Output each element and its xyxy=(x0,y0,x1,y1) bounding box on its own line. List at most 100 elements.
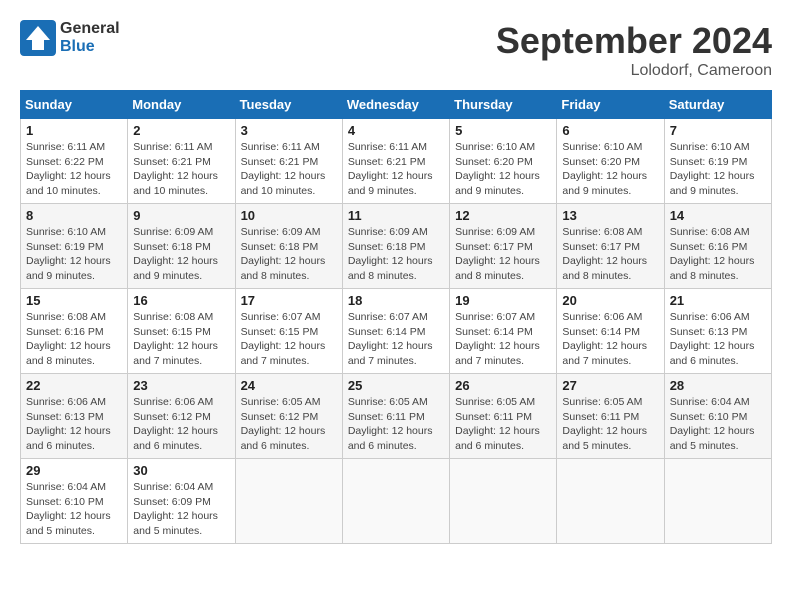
header-thursday: Thursday xyxy=(450,91,557,119)
day-info: Sunrise: 6:05 AMSunset: 6:11 PMDaylight:… xyxy=(562,395,658,454)
table-row xyxy=(235,459,342,544)
day-number: 10 xyxy=(241,208,337,223)
day-number: 2 xyxy=(133,123,229,138)
header-sunday: Sunday xyxy=(21,91,128,119)
header-tuesday: Tuesday xyxy=(235,91,342,119)
title-section: September 2024 Lolodorf, Cameroon xyxy=(496,20,772,80)
day-info: Sunrise: 6:09 AMSunset: 6:17 PMDaylight:… xyxy=(455,225,551,284)
day-info: Sunrise: 6:05 AMSunset: 6:11 PMDaylight:… xyxy=(348,395,444,454)
table-row xyxy=(450,459,557,544)
day-info: Sunrise: 6:11 AMSunset: 6:21 PMDaylight:… xyxy=(348,140,444,199)
day-info: Sunrise: 6:10 AMSunset: 6:19 PMDaylight:… xyxy=(26,225,122,284)
table-row: 5 Sunrise: 6:10 AMSunset: 6:20 PMDayligh… xyxy=(450,119,557,204)
day-info: Sunrise: 6:07 AMSunset: 6:14 PMDaylight:… xyxy=(455,310,551,369)
day-info: Sunrise: 6:10 AMSunset: 6:20 PMDaylight:… xyxy=(455,140,551,199)
day-number: 20 xyxy=(562,293,658,308)
day-number: 29 xyxy=(26,463,122,478)
table-row: 17 Sunrise: 6:07 AMSunset: 6:15 PMDaylig… xyxy=(235,289,342,374)
day-info: Sunrise: 6:10 AMSunset: 6:20 PMDaylight:… xyxy=(562,140,658,199)
header-friday: Friday xyxy=(557,91,664,119)
month-title: September 2024 xyxy=(496,20,772,62)
day-number: 17 xyxy=(241,293,337,308)
day-number: 5 xyxy=(455,123,551,138)
day-info: Sunrise: 6:07 AMSunset: 6:14 PMDaylight:… xyxy=(348,310,444,369)
table-row xyxy=(557,459,664,544)
day-number: 12 xyxy=(455,208,551,223)
table-row: 10 Sunrise: 6:09 AMSunset: 6:18 PMDaylig… xyxy=(235,204,342,289)
day-info: Sunrise: 6:11 AMSunset: 6:21 PMDaylight:… xyxy=(241,140,337,199)
table-row: 16 Sunrise: 6:08 AMSunset: 6:15 PMDaylig… xyxy=(128,289,235,374)
table-row: 13 Sunrise: 6:08 AMSunset: 6:17 PMDaylig… xyxy=(557,204,664,289)
table-row: 12 Sunrise: 6:09 AMSunset: 6:17 PMDaylig… xyxy=(450,204,557,289)
day-info: Sunrise: 6:04 AMSunset: 6:10 PMDaylight:… xyxy=(26,480,122,539)
day-number: 23 xyxy=(133,378,229,393)
table-row: 25 Sunrise: 6:05 AMSunset: 6:11 PMDaylig… xyxy=(342,374,449,459)
page-header: General Blue September 2024 Lolodorf, Ca… xyxy=(20,20,772,80)
table-row: 11 Sunrise: 6:09 AMSunset: 6:18 PMDaylig… xyxy=(342,204,449,289)
day-info: Sunrise: 6:11 AMSunset: 6:21 PMDaylight:… xyxy=(133,140,229,199)
table-row: 23 Sunrise: 6:06 AMSunset: 6:12 PMDaylig… xyxy=(128,374,235,459)
day-info: Sunrise: 6:05 AMSunset: 6:11 PMDaylight:… xyxy=(455,395,551,454)
location-title: Lolodorf, Cameroon xyxy=(496,62,772,80)
day-info: Sunrise: 6:06 AMSunset: 6:13 PMDaylight:… xyxy=(26,395,122,454)
table-row: 19 Sunrise: 6:07 AMSunset: 6:14 PMDaylig… xyxy=(450,289,557,374)
day-number: 9 xyxy=(133,208,229,223)
table-row: 3 Sunrise: 6:11 AMSunset: 6:21 PMDayligh… xyxy=(235,119,342,204)
day-number: 25 xyxy=(348,378,444,393)
day-number: 13 xyxy=(562,208,658,223)
table-row: 27 Sunrise: 6:05 AMSunset: 6:11 PMDaylig… xyxy=(557,374,664,459)
table-row: 18 Sunrise: 6:07 AMSunset: 6:14 PMDaylig… xyxy=(342,289,449,374)
days-header-row: Sunday Monday Tuesday Wednesday Thursday… xyxy=(21,91,772,119)
logo-text: General Blue xyxy=(60,20,120,57)
day-number: 7 xyxy=(670,123,766,138)
day-info: Sunrise: 6:08 AMSunset: 6:15 PMDaylight:… xyxy=(133,310,229,369)
day-info: Sunrise: 6:06 AMSunset: 6:12 PMDaylight:… xyxy=(133,395,229,454)
day-number: 4 xyxy=(348,123,444,138)
day-number: 3 xyxy=(241,123,337,138)
day-number: 28 xyxy=(670,378,766,393)
day-info: Sunrise: 6:08 AMSunset: 6:16 PMDaylight:… xyxy=(670,225,766,284)
day-number: 22 xyxy=(26,378,122,393)
day-number: 27 xyxy=(562,378,658,393)
table-row: 15 Sunrise: 6:08 AMSunset: 6:16 PMDaylig… xyxy=(21,289,128,374)
table-row: 22 Sunrise: 6:06 AMSunset: 6:13 PMDaylig… xyxy=(21,374,128,459)
table-row: 20 Sunrise: 6:06 AMSunset: 6:14 PMDaylig… xyxy=(557,289,664,374)
day-info: Sunrise: 6:06 AMSunset: 6:13 PMDaylight:… xyxy=(670,310,766,369)
calendar-week-row: 1 Sunrise: 6:11 AMSunset: 6:22 PMDayligh… xyxy=(21,119,772,204)
day-number: 26 xyxy=(455,378,551,393)
day-number: 6 xyxy=(562,123,658,138)
header-saturday: Saturday xyxy=(664,91,771,119)
table-row: 26 Sunrise: 6:05 AMSunset: 6:11 PMDaylig… xyxy=(450,374,557,459)
header-monday: Monday xyxy=(128,91,235,119)
day-info: Sunrise: 6:04 AMSunset: 6:10 PMDaylight:… xyxy=(670,395,766,454)
table-row: 8 Sunrise: 6:10 AMSunset: 6:19 PMDayligh… xyxy=(21,204,128,289)
header-wednesday: Wednesday xyxy=(342,91,449,119)
logo-icon xyxy=(20,20,56,56)
day-info: Sunrise: 6:04 AMSunset: 6:09 PMDaylight:… xyxy=(133,480,229,539)
day-number: 21 xyxy=(670,293,766,308)
table-row: 21 Sunrise: 6:06 AMSunset: 6:13 PMDaylig… xyxy=(664,289,771,374)
calendar-table: Sunday Monday Tuesday Wednesday Thursday… xyxy=(20,90,772,544)
table-row: 24 Sunrise: 6:05 AMSunset: 6:12 PMDaylig… xyxy=(235,374,342,459)
day-info: Sunrise: 6:08 AMSunset: 6:16 PMDaylight:… xyxy=(26,310,122,369)
day-number: 14 xyxy=(670,208,766,223)
day-info: Sunrise: 6:06 AMSunset: 6:14 PMDaylight:… xyxy=(562,310,658,369)
day-info: Sunrise: 6:07 AMSunset: 6:15 PMDaylight:… xyxy=(241,310,337,369)
table-row xyxy=(664,459,771,544)
logo: General Blue xyxy=(20,20,120,57)
table-row: 30 Sunrise: 6:04 AMSunset: 6:09 PMDaylig… xyxy=(128,459,235,544)
day-number: 11 xyxy=(348,208,444,223)
day-info: Sunrise: 6:09 AMSunset: 6:18 PMDaylight:… xyxy=(241,225,337,284)
day-info: Sunrise: 6:11 AMSunset: 6:22 PMDaylight:… xyxy=(26,140,122,199)
table-row: 28 Sunrise: 6:04 AMSunset: 6:10 PMDaylig… xyxy=(664,374,771,459)
day-info: Sunrise: 6:10 AMSunset: 6:19 PMDaylight:… xyxy=(670,140,766,199)
day-info: Sunrise: 6:09 AMSunset: 6:18 PMDaylight:… xyxy=(348,225,444,284)
table-row: 7 Sunrise: 6:10 AMSunset: 6:19 PMDayligh… xyxy=(664,119,771,204)
day-number: 1 xyxy=(26,123,122,138)
day-number: 8 xyxy=(26,208,122,223)
table-row: 14 Sunrise: 6:08 AMSunset: 6:16 PMDaylig… xyxy=(664,204,771,289)
table-row: 4 Sunrise: 6:11 AMSunset: 6:21 PMDayligh… xyxy=(342,119,449,204)
day-number: 19 xyxy=(455,293,551,308)
calendar-week-row: 29 Sunrise: 6:04 AMSunset: 6:10 PMDaylig… xyxy=(21,459,772,544)
calendar-week-row: 15 Sunrise: 6:08 AMSunset: 6:16 PMDaylig… xyxy=(21,289,772,374)
